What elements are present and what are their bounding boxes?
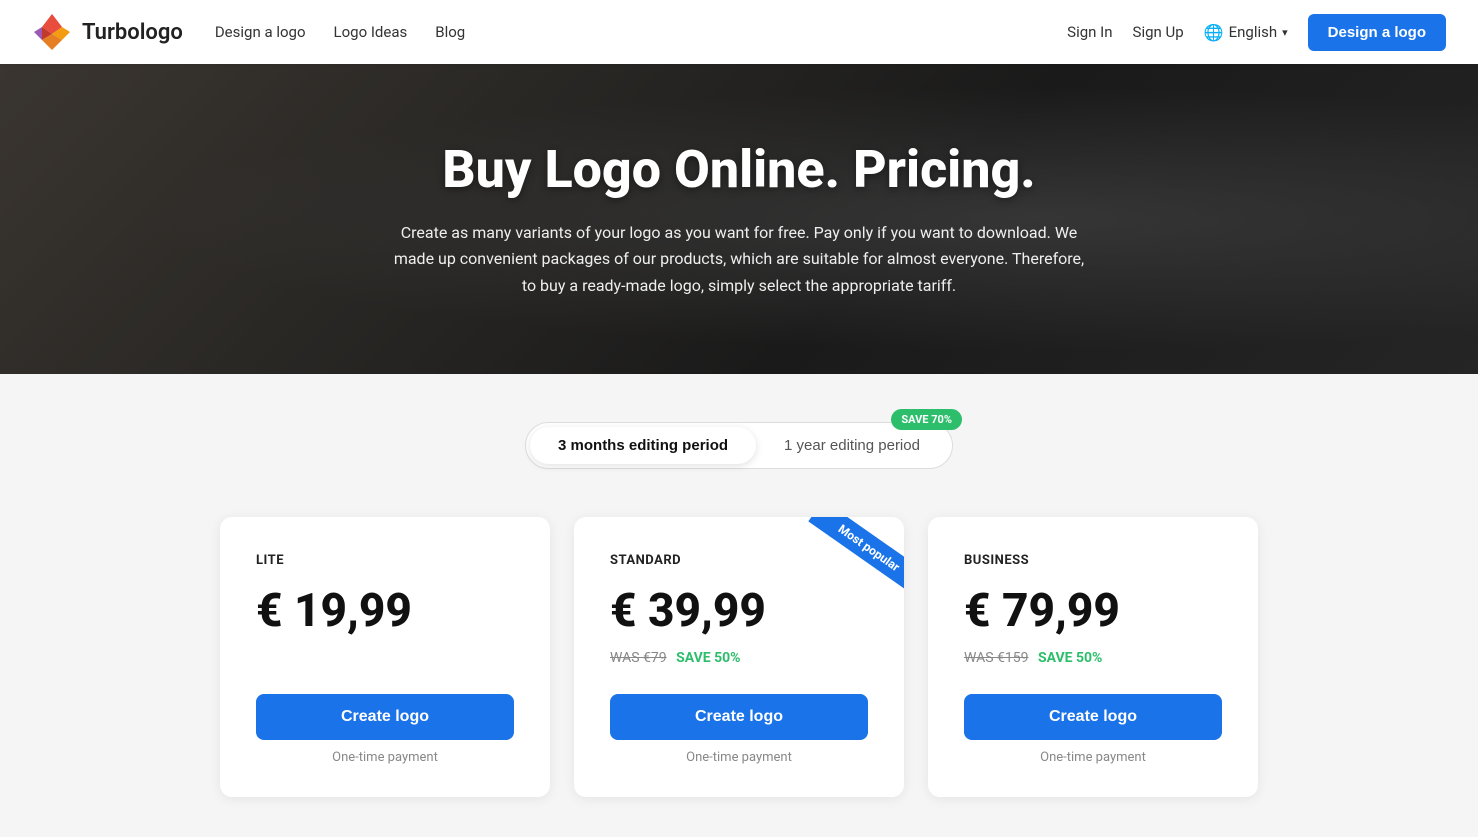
- price-lite: € 19,99: [256, 584, 514, 638]
- pricing-card-standard: Most popular STANDARD € 39,99 WAS €79 SA…: [574, 517, 904, 797]
- pricing-card-lite: LITE € 19,99 Create logo One-time paymen…: [220, 517, 550, 797]
- brand-logo[interactable]: Turbologo: [32, 12, 183, 52]
- price-business: € 79,99: [964, 584, 1222, 638]
- save-badge: SAVE 70%: [891, 409, 962, 430]
- nav-design-logo[interactable]: Design a logo: [215, 23, 306, 41]
- was-price-standard: WAS €79: [610, 650, 667, 666]
- payment-note-lite: One-time payment: [256, 750, 514, 765]
- chevron-down-icon: ▾: [1282, 26, 1288, 39]
- pricing-cards-row: LITE € 19,99 Create logo One-time paymen…: [189, 517, 1289, 797]
- save-text-standard: SAVE 50%: [676, 650, 740, 666]
- nav-logo-ideas[interactable]: Logo Ideas: [334, 23, 408, 41]
- hero-section: Buy Logo Online. Pricing. Create as many…: [0, 64, 1478, 374]
- pricing-section: 3 months editing period 1 year editing p…: [0, 374, 1478, 837]
- nav-links: Design a logo Logo Ideas Blog: [215, 23, 1067, 41]
- language-selector[interactable]: 🌐 English ▾: [1204, 23, 1288, 42]
- price-standard: € 39,99: [610, 584, 868, 638]
- save-text-business: SAVE 50%: [1038, 650, 1102, 666]
- savings-standard: WAS €79 SAVE 50%: [610, 650, 868, 670]
- period-1year-button[interactable]: 1 year editing period: [756, 427, 948, 464]
- logo-icon: [32, 12, 72, 52]
- savings-business: WAS €159 SAVE 50%: [964, 650, 1222, 670]
- hero-subtitle: Create as many variants of your logo as …: [389, 220, 1089, 299]
- navbar-cta-button[interactable]: Design a logo: [1308, 14, 1446, 51]
- navbar: Turbologo Design a logo Logo Ideas Blog …: [0, 0, 1478, 64]
- globe-icon: 🌐: [1204, 23, 1224, 42]
- tier-label-business: BUSINESS: [964, 553, 1222, 568]
- tier-label-lite: LITE: [256, 553, 514, 568]
- navbar-right: Sign In Sign Up 🌐 English ▾ Design a log…: [1067, 14, 1446, 51]
- hero-title: Buy Logo Online. Pricing.: [389, 139, 1089, 200]
- create-logo-button-business[interactable]: Create logo: [964, 694, 1222, 740]
- create-logo-button-lite[interactable]: Create logo: [256, 694, 514, 740]
- sign-in-link[interactable]: Sign In: [1067, 23, 1112, 41]
- payment-note-standard: One-time payment: [610, 750, 868, 765]
- savings-lite: [256, 650, 514, 670]
- pricing-card-business: BUSINESS € 79,99 WAS €159 SAVE 50% Creat…: [928, 517, 1258, 797]
- nav-blog[interactable]: Blog: [435, 23, 465, 41]
- period-3months-button[interactable]: 3 months editing period: [530, 427, 756, 464]
- language-label: English: [1229, 23, 1278, 41]
- payment-note-business: One-time payment: [964, 750, 1222, 765]
- brand-name: Turbologo: [82, 20, 183, 45]
- hero-content: Buy Logo Online. Pricing. Create as many…: [389, 139, 1089, 299]
- was-price-business: WAS €159: [964, 650, 1029, 666]
- period-toggle: 3 months editing period 1 year editing p…: [525, 422, 953, 469]
- sign-up-link[interactable]: Sign Up: [1133, 23, 1184, 41]
- tier-label-standard: STANDARD: [610, 553, 868, 568]
- create-logo-button-standard[interactable]: Create logo: [610, 694, 868, 740]
